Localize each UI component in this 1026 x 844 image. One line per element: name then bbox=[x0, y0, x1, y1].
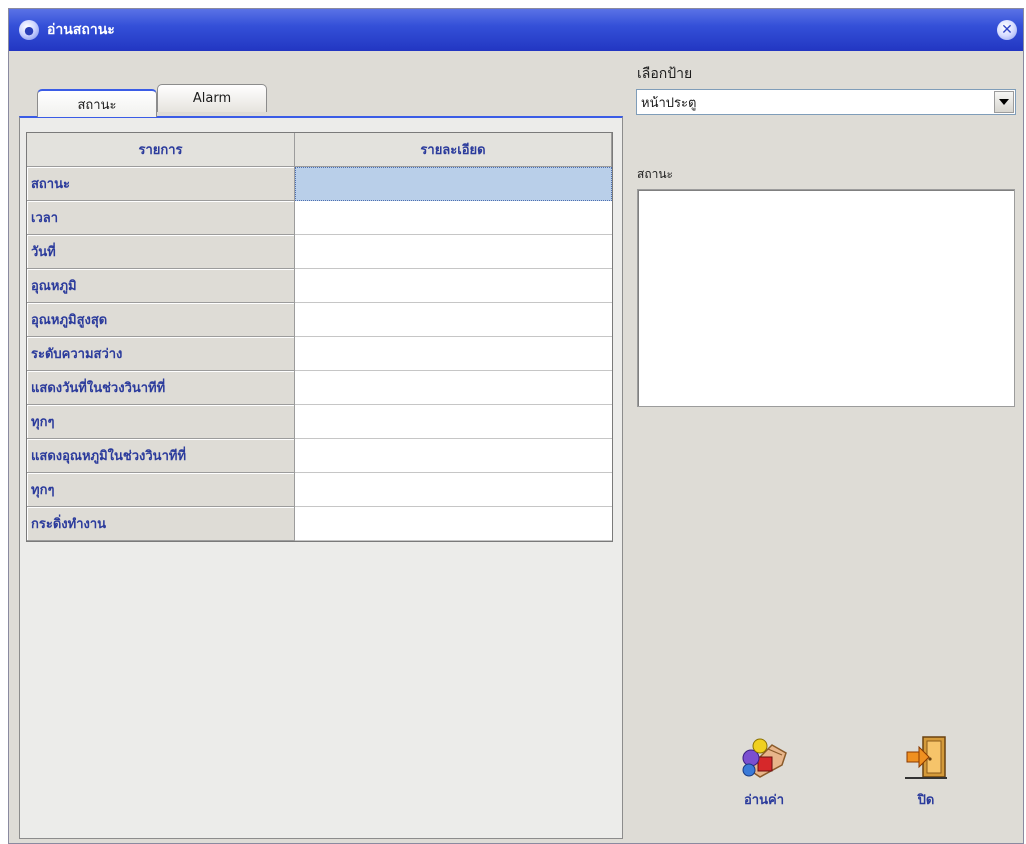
sign-select-value: หน้าประตู bbox=[641, 95, 697, 111]
status-label: สถานะ bbox=[637, 167, 673, 181]
close-button[interactable]: ปิด bbox=[893, 735, 959, 810]
table-row: แสดงอุณหภูมิในช่วงวินาทีที่ bbox=[27, 439, 612, 473]
row-value-cell[interactable] bbox=[295, 303, 612, 337]
table-row: ทุกๆ bbox=[27, 405, 612, 439]
table-row: ทุกๆ bbox=[27, 473, 612, 507]
grid-body: สถานะ เวลา วันที่ อุณหภูมิ อุณหภูมิสูงสุด ระด… bbox=[27, 167, 612, 541]
close-label: ปิด bbox=[917, 793, 935, 808]
table-row: เวลา bbox=[27, 201, 612, 235]
row-value-cell[interactable] bbox=[295, 439, 612, 473]
read-values-button[interactable]: อ่านค่า bbox=[731, 735, 797, 810]
window-title: อ่านสถานะ bbox=[47, 22, 115, 38]
row-label: ทุกๆ bbox=[27, 473, 295, 507]
row-value-cell[interactable] bbox=[295, 371, 612, 405]
row-value-cell[interactable] bbox=[295, 201, 612, 235]
row-label: กระดิ่งทำงาน bbox=[27, 507, 295, 541]
row-label: อุณหภูมิ bbox=[27, 269, 295, 303]
tab-label: Alarm bbox=[192, 91, 232, 106]
table-row: ระดับความสว่าง bbox=[27, 337, 612, 371]
tab-alarm[interactable]: Alarm bbox=[157, 84, 267, 112]
column-header-item: รายการ bbox=[27, 133, 295, 167]
table-row: แสดงวันที่ในช่วงวินาทีที่ bbox=[27, 371, 612, 405]
close-icon[interactable]: ✕ bbox=[997, 20, 1017, 40]
table-row: กระดิ่งทำงาน bbox=[27, 507, 612, 541]
read-status-window: ● อ่านสถานะ ✕ Alarm สถานะ รายการ รายละเอ… bbox=[8, 8, 1024, 844]
status-textarea[interactable] bbox=[637, 189, 1015, 407]
status-grid: รายการ รายละเอียด สถานะ เวลา วันที่ อุณหภูม… bbox=[26, 132, 613, 542]
column-header-detail: รายละเอียด bbox=[295, 133, 612, 167]
row-label: ระดับความสว่าง bbox=[27, 337, 295, 371]
read-values-icon bbox=[742, 738, 787, 778]
row-value-cell[interactable] bbox=[295, 167, 612, 201]
row-label: วันที่ bbox=[27, 235, 295, 269]
table-row: อุณหภูมิ bbox=[27, 269, 612, 303]
read-values-label: อ่านค่า bbox=[744, 793, 784, 808]
sign-select[interactable]: หน้าประตู bbox=[636, 89, 1016, 115]
title-bar: ● อ่านสถานะ ✕ bbox=[9, 9, 1023, 51]
row-label: ทุกๆ bbox=[27, 405, 295, 439]
row-value-cell[interactable] bbox=[295, 405, 612, 439]
row-label: เวลา bbox=[27, 201, 295, 235]
exit-door-icon bbox=[905, 736, 947, 779]
app-icon: ● bbox=[19, 20, 39, 40]
row-value-cell[interactable] bbox=[295, 507, 612, 541]
tab-status[interactable]: สถานะ bbox=[37, 89, 157, 117]
table-row: วันที่ bbox=[27, 235, 612, 269]
table-row: อุณหภูมิสูงสุด bbox=[27, 303, 612, 337]
row-value-cell[interactable] bbox=[295, 235, 612, 269]
row-value-cell[interactable] bbox=[295, 337, 612, 371]
status-tab-panel: รายการ รายละเอียด สถานะ เวลา วันที่ อุณหภูม… bbox=[19, 116, 623, 839]
row-value-cell[interactable] bbox=[295, 473, 612, 507]
row-value-cell[interactable] bbox=[295, 269, 612, 303]
tab-label: สถานะ bbox=[77, 97, 117, 113]
table-row: สถานะ bbox=[27, 167, 612, 201]
grid-header-row: รายการ รายละเอียด bbox=[27, 133, 612, 167]
row-label: สถานะ bbox=[27, 167, 295, 201]
chevron-down-icon[interactable] bbox=[994, 91, 1014, 113]
row-label: แสดงอุณหภูมิในช่วงวินาทีที่ bbox=[27, 439, 295, 473]
select-sign-label: เลือกป้าย bbox=[637, 66, 693, 82]
row-label: แสดงวันที่ในช่วงวินาทีที่ bbox=[27, 371, 295, 405]
row-label: อุณหภูมิสูงสุด bbox=[27, 303, 295, 337]
